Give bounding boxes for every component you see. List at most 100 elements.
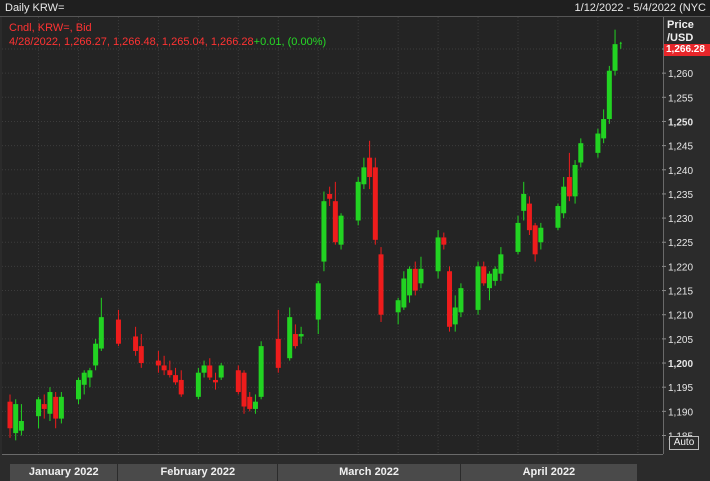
y-axis-ticks: 1,1851,1901,1951,2001,2051,2101,2151,220… <box>662 45 693 443</box>
candle-body <box>235 370 241 393</box>
candle-body <box>441 237 447 245</box>
candle-body <box>452 307 458 325</box>
candle-body <box>47 392 53 414</box>
candles <box>7 29 622 441</box>
gridlines <box>2 17 662 454</box>
candle-body <box>167 370 173 376</box>
y-axis-title-line1: Price <box>667 19 694 31</box>
candle-body <box>287 317 293 359</box>
candle-body <box>41 404 47 409</box>
candle-body <box>361 167 367 185</box>
candle-body <box>612 44 618 71</box>
candle-body <box>619 42 622 44</box>
candle-body <box>401 278 407 308</box>
candle-body <box>13 404 19 434</box>
candle-body <box>395 300 401 313</box>
candle-body <box>327 193 333 199</box>
candle-body <box>572 164 578 197</box>
candle-body <box>492 268 498 281</box>
candle-body <box>498 254 504 274</box>
candle-body <box>58 396 64 419</box>
candle-body <box>53 396 59 419</box>
candle-body <box>98 317 104 349</box>
month-label: February 2022 <box>160 466 236 478</box>
candle-body <box>178 379 184 395</box>
candle-body <box>555 206 561 228</box>
candle-body <box>378 254 384 315</box>
y-tick-label: 1,205 <box>668 335 693 346</box>
y-tick-label: 1,260 <box>668 69 693 80</box>
chart-window: Daily KRW= 1/12/2022 - 5/4/2022 (NYC 1,1… <box>0 0 710 481</box>
candle-body <box>418 268 424 284</box>
month-band: January 2022 <box>10 464 119 481</box>
y-tick-label: 1,225 <box>668 238 693 249</box>
candle-body <box>435 237 441 272</box>
legend-change: +0.01, (0.00%) <box>253 36 327 48</box>
candle-body <box>155 360 161 366</box>
candle-body <box>218 365 224 378</box>
candle-body <box>606 70 612 120</box>
candle-body <box>258 346 264 397</box>
y-tick-label: 1,210 <box>668 311 693 322</box>
candle-body <box>338 215 344 245</box>
candle-body <box>161 365 167 371</box>
candle-body <box>87 370 93 378</box>
y-tick-label: 1,220 <box>668 262 693 273</box>
y-tick-label: 1,200 <box>668 359 693 370</box>
candle-body <box>521 193 527 211</box>
legend-series-name: Cndl, KRW=, Bid <box>9 22 92 34</box>
month-label: April 2022 <box>522 466 576 478</box>
candle-body <box>515 222 521 252</box>
candle-body <box>241 372 247 407</box>
candle-body <box>275 338 281 368</box>
candle-body <box>115 319 121 344</box>
candle-body <box>18 421 24 431</box>
candle-body <box>538 227 544 243</box>
candle-body <box>486 273 492 289</box>
candle-body <box>207 365 213 378</box>
candle-body <box>526 203 532 231</box>
legend-ohlc-line: 4/28/2022, 1,266.27, 1,266.48, 1,265.04,… <box>9 35 326 49</box>
candle-body <box>566 177 572 197</box>
y-tick-label: 1,215 <box>668 287 693 298</box>
candle-body <box>36 399 42 417</box>
candle-body <box>292 334 298 347</box>
candle-body <box>173 375 179 383</box>
candle-body <box>133 336 139 351</box>
candle-body <box>321 201 327 262</box>
candle-body <box>601 119 607 139</box>
y-tick-label: 1,245 <box>668 142 693 153</box>
candle-body <box>332 201 338 243</box>
candle-body <box>212 379 218 383</box>
y-tick-label: 1,255 <box>668 93 693 104</box>
month-band: February 2022 <box>118 464 279 481</box>
month-label: January 2022 <box>28 466 99 478</box>
y-axis-title: Price /USD <box>667 19 694 45</box>
candle-body <box>81 372 87 385</box>
candle-body <box>367 157 373 178</box>
month-band: April 2022 <box>460 464 638 481</box>
y-tick-label: 1,190 <box>668 407 693 418</box>
candle-body <box>412 268 418 291</box>
auto-scale-button[interactable]: Auto <box>669 436 699 450</box>
candle-body <box>75 379 81 400</box>
candle-body <box>355 181 361 221</box>
y-tick-label: 1,195 <box>668 383 693 394</box>
candlestick-chart: 1,1851,1901,1951,2001,2051,2101,2151,220… <box>2 17 693 467</box>
y-tick-label: 1,235 <box>668 190 693 201</box>
y-tick-label: 1,240 <box>668 166 693 177</box>
y-tick-label: 1,250 <box>668 117 693 128</box>
candle-body <box>481 266 487 284</box>
candle-body <box>195 372 201 397</box>
candle-body <box>561 186 567 214</box>
candle-body <box>595 133 601 153</box>
candle-body <box>458 288 464 313</box>
last-price-tag: 1,266.28 <box>664 44 710 56</box>
candle-body <box>475 266 481 310</box>
candle-body <box>315 283 321 320</box>
candle-body <box>201 365 207 373</box>
candle-body <box>298 334 304 337</box>
month-band: March 2022 <box>278 464 461 481</box>
candle-body <box>252 401 258 409</box>
series-legend: Cndl, KRW=, Bid 4/28/2022, 1,266.27, 1,2… <box>9 21 326 49</box>
